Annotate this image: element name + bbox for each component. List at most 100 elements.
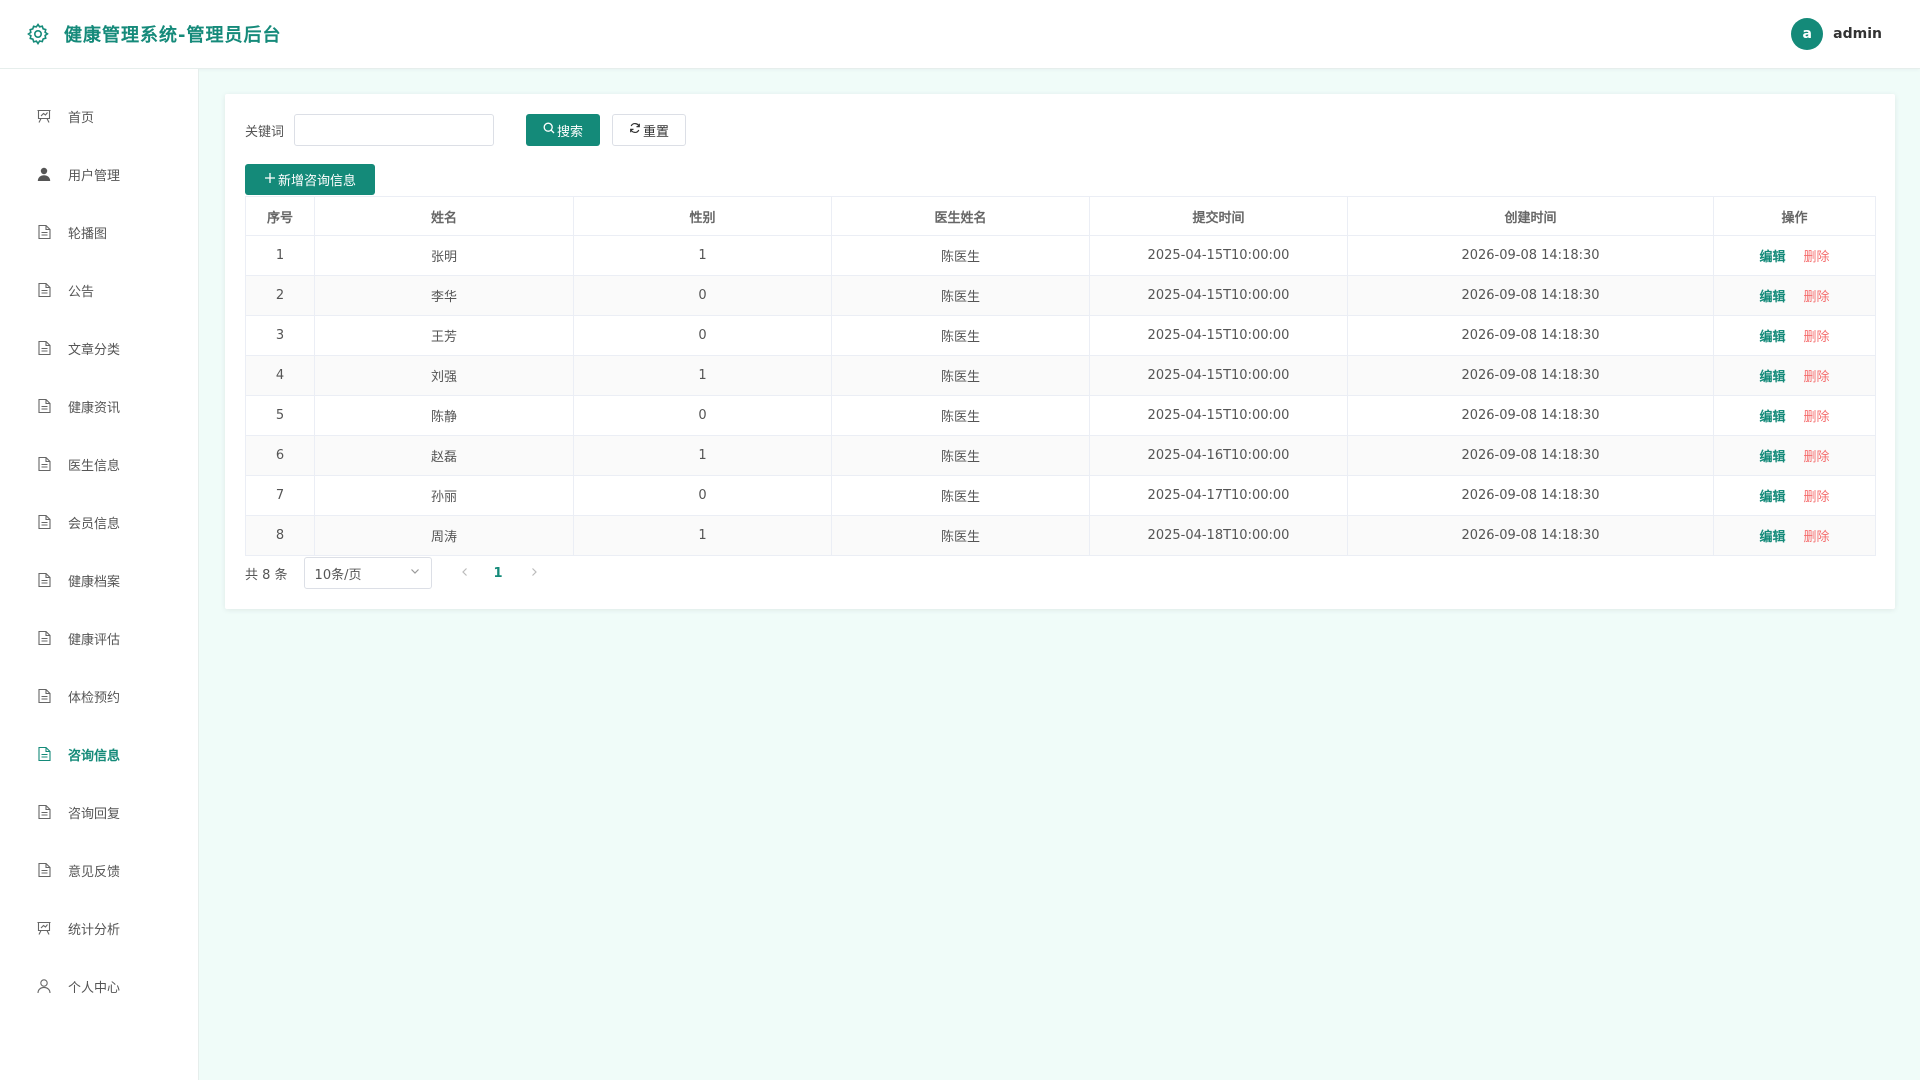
edit-button[interactable]: 编辑 (1759, 410, 1785, 425)
table-cell: 7 (245, 475, 315, 516)
table-cell: 王芳 (314, 315, 574, 356)
delete-button[interactable]: 删除 (1804, 530, 1830, 545)
reset-button[interactable]: 重置 (612, 114, 687, 146)
sidebar-item-14[interactable]: 意见反馈 (0, 841, 198, 899)
search-button[interactable]: 搜索 (526, 114, 601, 146)
sidebar-item-label: 个人中心 (68, 980, 121, 996)
delete-button[interactable]: 删除 (1804, 410, 1830, 425)
sidebar-item-15[interactable]: 统计分析 (0, 899, 198, 957)
username[interactable]: admin (1833, 26, 1882, 42)
presentation-icon (36, 108, 52, 124)
table-cell: 1 (245, 235, 315, 276)
table-cell: 陈医生 (831, 235, 1090, 276)
plus-icon (264, 172, 276, 188)
document-icon (36, 282, 52, 298)
column-header: 医生姓名 (831, 196, 1090, 236)
column-header: 创建时间 (1347, 196, 1714, 236)
reset-button-label: 重置 (643, 124, 670, 140)
sidebar-item-label: 咨询信息 (68, 748, 121, 764)
table-cell: 陈医生 (831, 275, 1090, 316)
presentation-icon (36, 920, 52, 936)
sidebar-item-7[interactable]: 医生信息 (0, 435, 198, 493)
edit-button[interactable]: 编辑 (1759, 530, 1785, 545)
refresh-icon (629, 122, 641, 138)
edit-button[interactable]: 编辑 (1759, 450, 1785, 465)
table-cell: 刘强 (314, 355, 574, 396)
edit-button[interactable]: 编辑 (1759, 250, 1785, 265)
sidebar-item-11[interactable]: 体检预约 (0, 667, 198, 725)
delete-button[interactable]: 删除 (1804, 450, 1830, 465)
content-card: 关键词 搜索 重置 新增咨询信息 序号 姓名 性别 医生姓名 提交时间 创建时间… (225, 94, 1895, 609)
sidebar-item-4[interactable]: 公告 (0, 261, 198, 319)
sidebar-item-label: 会员信息 (68, 516, 121, 532)
user-outline-icon (36, 978, 52, 994)
edit-button[interactable]: 编辑 (1759, 290, 1785, 305)
document-icon (36, 224, 52, 240)
sidebar-item-9[interactable]: 健康档案 (0, 551, 198, 609)
table-cell: 6 (245, 435, 315, 476)
row-actions: 编辑 删除 (1713, 235, 1876, 276)
avatar[interactable]: a (1791, 18, 1824, 50)
search-bar: 关键词 搜索 重置 (245, 114, 1875, 146)
sidebar-item-3[interactable]: 轮播图 (0, 203, 198, 261)
table-cell: 2025-04-18T10:00:00 (1089, 515, 1348, 556)
keyword-input[interactable] (294, 114, 495, 146)
delete-button[interactable]: 删除 (1804, 490, 1830, 505)
table-cell: 3 (245, 315, 315, 356)
table-cell: 2026-09-08 14:18:30 (1347, 235, 1714, 276)
sidebar-item-label: 健康档案 (68, 574, 121, 590)
sidebar-item-label: 健康资讯 (68, 400, 121, 416)
table-row: 7 孙丽 0 陈医生 2025-04-17T10:00:00 2026-09-08 14:… (245, 475, 1876, 516)
table-cell: 陈静 (314, 395, 574, 436)
sidebar-item-8[interactable]: 会员信息 (0, 493, 198, 551)
table-row: 4 刘强 1 陈医生 2025-04-15T10:00:00 2026-09-08 14:… (245, 355, 1876, 396)
table-cell: 2025-04-15T10:00:00 (1089, 395, 1348, 436)
table-cell: 1 (573, 355, 832, 396)
row-actions: 编辑 删除 (1713, 315, 1876, 356)
prev-page-icon[interactable] (460, 566, 470, 580)
table-cell: 陈医生 (831, 515, 1090, 556)
sidebar-item-16[interactable]: 个人中心 (0, 957, 198, 1015)
table-cell: 1 (573, 235, 832, 276)
delete-button[interactable]: 删除 (1804, 290, 1830, 305)
user-filled-icon (36, 166, 52, 182)
edit-button[interactable]: 编辑 (1759, 330, 1785, 345)
table-row: 8 周涛 1 陈医生 2025-04-18T10:00:00 2026-09-08 14:… (245, 515, 1876, 556)
document-icon (36, 398, 52, 414)
page-size-select[interactable]: 10条/页 (303, 557, 432, 589)
sidebar-item-5[interactable]: 文章分类 (0, 319, 198, 377)
add-consultation-button[interactable]: 新增咨询信息 (245, 164, 375, 195)
delete-button[interactable]: 删除 (1804, 250, 1830, 265)
sidebar-item-12[interactable]: 咨询信息 (0, 725, 198, 783)
table-cell: 8 (245, 515, 315, 556)
delete-button[interactable]: 删除 (1804, 330, 1830, 345)
edit-button[interactable]: 编辑 (1759, 370, 1785, 385)
table-cell: 0 (573, 315, 832, 356)
table-cell: 1 (573, 435, 832, 476)
next-page-icon[interactable] (529, 566, 539, 580)
sidebar-item-label: 首页 (68, 110, 95, 126)
table-cell: 2026-09-08 14:18:30 (1347, 355, 1714, 396)
delete-button[interactable]: 删除 (1804, 370, 1830, 385)
page-size-value: 10条/页 (314, 567, 362, 583)
table-cell: 2025-04-15T10:00:00 (1089, 355, 1348, 396)
table-cell: 0 (573, 475, 832, 516)
sidebar-item-2[interactable]: 用户管理 (0, 145, 198, 203)
chevron-down-icon (409, 565, 421, 581)
row-actions: 编辑 删除 (1713, 355, 1876, 396)
row-actions: 编辑 删除 (1713, 475, 1876, 516)
column-header: 性别 (573, 196, 832, 236)
sidebar-item-6[interactable]: 健康资讯 (0, 377, 198, 435)
sidebar-item-13[interactable]: 咨询回复 (0, 783, 198, 841)
sidebar-item-1[interactable]: 首页 (0, 87, 198, 145)
sidebar-item-10[interactable]: 健康评估 (0, 609, 198, 667)
search-button-label: 搜索 (557, 124, 584, 140)
table-cell: 陈医生 (831, 475, 1090, 516)
table-cell: 0 (573, 275, 832, 316)
user-menu[interactable]: a admin (1791, 18, 1920, 50)
table-cell: 4 (245, 355, 315, 396)
page-number[interactable]: 1 (494, 566, 503, 581)
document-icon (36, 572, 52, 588)
edit-button[interactable]: 编辑 (1759, 490, 1785, 505)
table-cell: 2025-04-15T10:00:00 (1089, 235, 1348, 276)
